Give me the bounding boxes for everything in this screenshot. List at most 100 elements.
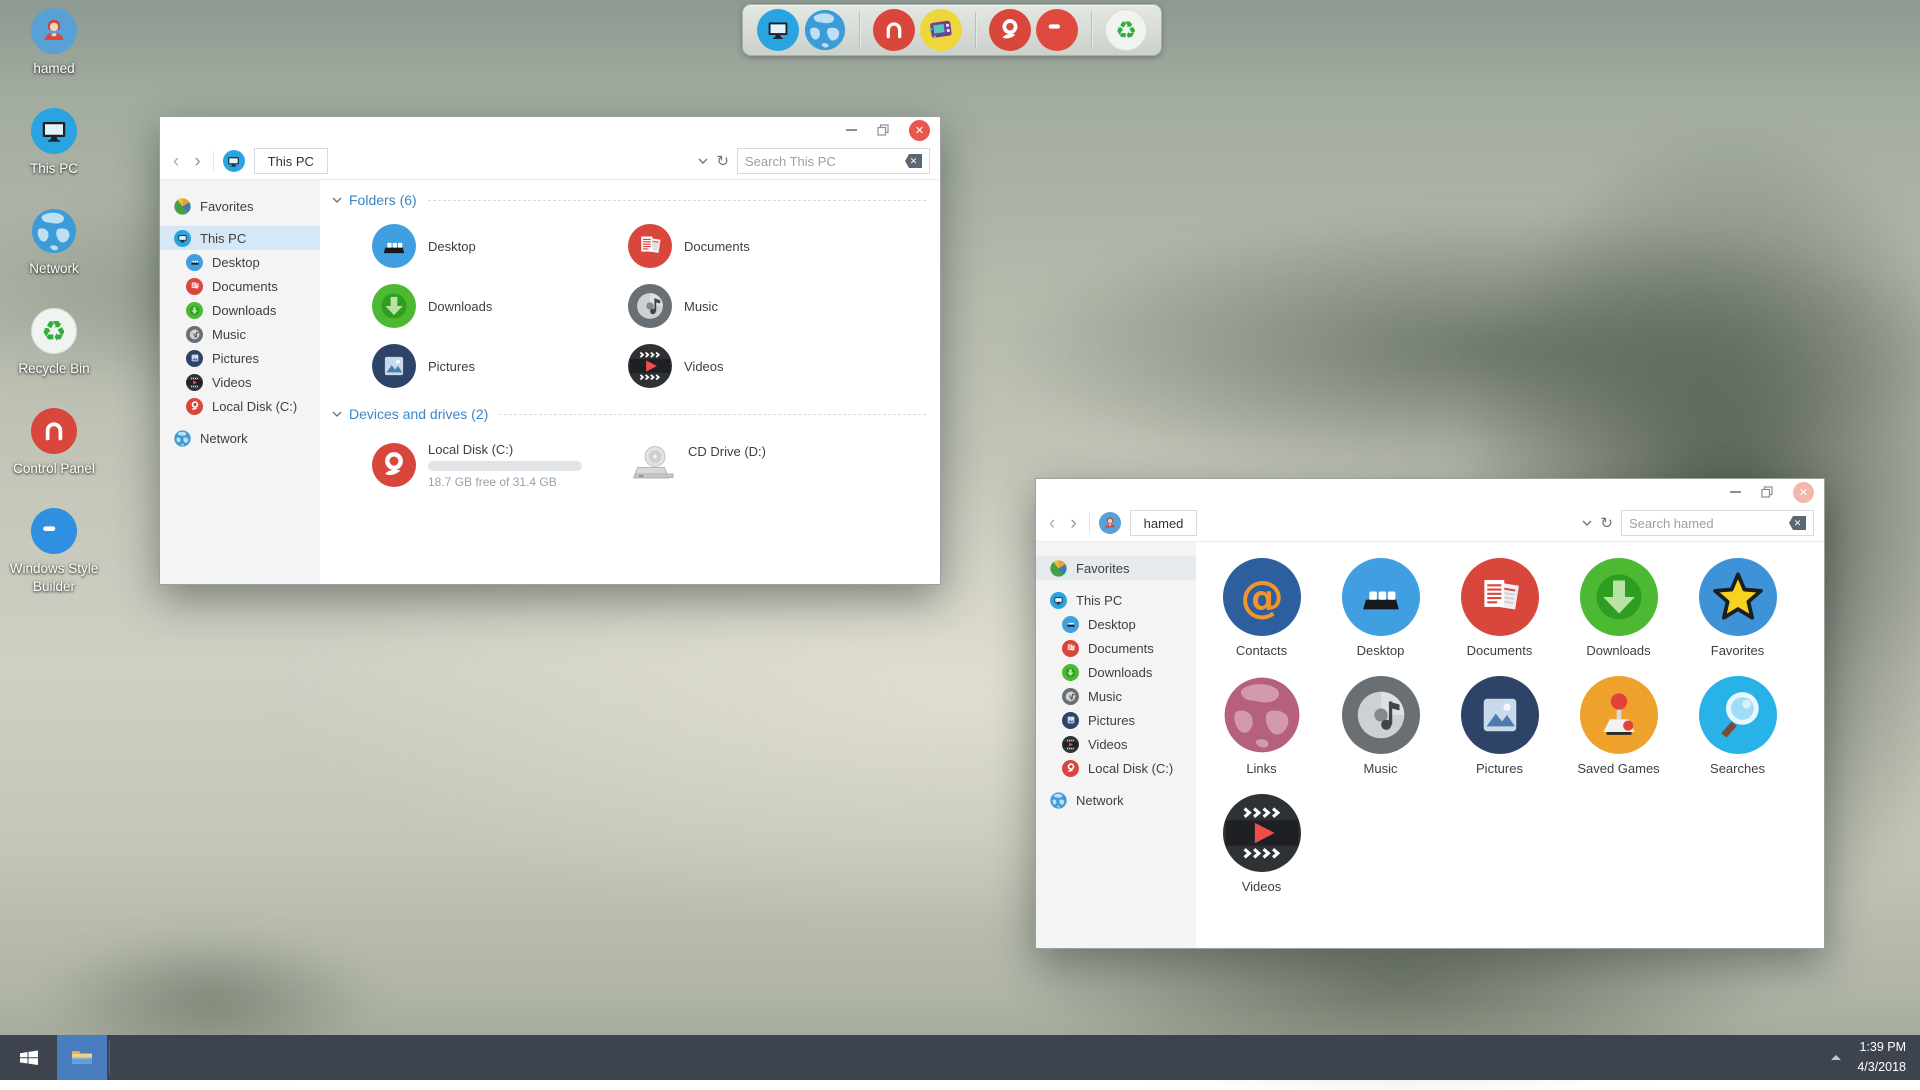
sidebar-item-this-pc[interactable]: This PC [160,226,320,250]
clear-search-icon[interactable]: ✕ [1789,516,1806,530]
item-label: Links [1246,761,1276,776]
sidebar-item-desktop[interactable]: Desktop [1036,612,1196,636]
address-bar[interactable]: hamed [1130,510,1198,536]
desktop-icon-network[interactable]: Network [2,208,106,308]
sidebar-label: Music [212,327,246,342]
sidebar-item-favorites[interactable]: Favorites [1036,556,1196,580]
folder-label: Pictures [428,359,475,374]
minimize-button[interactable] [846,129,857,131]
drive-tile-cd[interactable]: CD Drive (D:) [588,432,844,498]
sidebar-item-this-pc[interactable]: This PC [1036,588,1196,612]
recycle-bin-icon[interactable] [1105,9,1147,51]
sidebar-label: Desktop [212,255,260,270]
taskbar-clock[interactable]: 1:39 PM 4/3/2018 [1857,1038,1906,1077]
show-hidden-icons-chevron[interactable] [1831,1055,1841,1060]
drive-tile-local-disk[interactable]: Local Disk (C:) 18.7 GB free of 31.4 GB [332,432,588,498]
games-gamepad-icon[interactable] [920,9,962,51]
item-tile-documents[interactable]: Documents [1440,558,1559,676]
item-tile-downloads[interactable]: Downloads [1559,558,1678,676]
item-tile-links[interactable]: Links [1202,676,1321,794]
sidebar-item-music[interactable]: Music [1036,684,1196,708]
start-button[interactable] [0,1035,57,1080]
this-pc-icon[interactable] [757,9,799,51]
forward-button[interactable]: › [1067,514,1079,533]
item-tile-favorites[interactable]: Favorites [1678,558,1797,676]
documents-icon [1062,640,1079,657]
sidebar-item-network[interactable]: Network [1036,788,1196,812]
sidebar-label: Pictures [1088,713,1135,728]
refresh-icon[interactable]: ↻ [1600,514,1613,532]
taskbar-file-explorer-button[interactable] [57,1035,107,1080]
disk-usage-text: 18.7 GB free of 31.4 GB [428,475,582,489]
sidebar-label: Local Disk (C:) [212,399,297,414]
minimize-button[interactable] [1730,491,1741,493]
section-header-devices[interactable]: Devices and drives (2) [332,404,926,424]
search-input[interactable]: Search This PC ✕ [737,148,930,174]
folder-label: Music [684,299,718,314]
item-tile-pictures[interactable]: Pictures [1440,676,1559,794]
sidebar-item-pictures[interactable]: Pictures [1036,708,1196,732]
pictures-icon [186,350,203,367]
local-disk-icon[interactable] [989,9,1031,51]
sidebar-item-documents[interactable]: Documents [1036,636,1196,660]
sidebar-item-local-disk[interactable]: Local Disk (C:) [160,394,320,418]
back-button[interactable]: ‹ [170,152,182,171]
desktop-icon-hamed[interactable]: hamed [2,8,106,108]
downloads-icon [1062,664,1079,681]
desktop-icon-control-panel[interactable]: Control Panel [2,408,106,508]
sidebar-item-downloads[interactable]: Downloads [160,298,320,322]
section-header-folders[interactable]: Folders (6) [332,190,926,210]
music-icon [628,284,672,328]
folder-tile-documents[interactable]: Documents [588,216,844,276]
style-builder-icon [31,508,77,554]
item-tile-desktop[interactable]: Desktop [1321,558,1440,676]
sidebar-item-desktop[interactable]: Desktop [160,250,320,274]
item-tile-contacts[interactable]: Contacts [1202,558,1321,676]
clear-search-icon[interactable]: ✕ [905,154,922,168]
sidebar-label: Videos [212,375,252,390]
eject-disk-icon[interactable] [1036,9,1078,51]
close-button[interactable]: ✕ [909,120,930,141]
address-bar[interactable]: This PC [254,148,328,174]
restore-button[interactable] [1761,486,1773,498]
network-globe-icon[interactable] [804,9,846,51]
section-title: Folders (6) [349,192,417,208]
back-button[interactable]: ‹ [1046,514,1058,533]
item-tile-music[interactable]: Music [1321,676,1440,794]
forward-button[interactable]: › [191,152,203,171]
item-tile-saved-games[interactable]: Saved Games [1559,676,1678,794]
address-dropdown-icon[interactable] [1582,520,1592,526]
folder-tile-downloads[interactable]: Downloads [332,276,588,336]
toolbar-separator [1089,513,1090,533]
sidebar-item-videos[interactable]: Videos [1036,732,1196,756]
sidebar-item-local-disk[interactable]: Local Disk (C:) [1036,756,1196,780]
close-button[interactable]: ✕ [1793,482,1814,503]
folder-tile-desktop[interactable]: Desktop [332,216,588,276]
sidebar-item-pictures[interactable]: Pictures [160,346,320,370]
local-disk-icon [372,443,416,487]
folder-tile-pictures[interactable]: Pictures [332,336,588,396]
sidebar-item-music[interactable]: Music [160,322,320,346]
desktop-icon-recycle-bin[interactable]: Recycle Bin [2,308,106,408]
address-dropdown-icon[interactable] [698,158,708,164]
folder-tile-music[interactable]: Music [588,276,844,336]
search-input[interactable]: Search hamed ✕ [1621,510,1814,536]
sidebar-item-network[interactable]: Network [160,426,320,450]
sidebar-item-favorites[interactable]: Favorites [160,194,320,218]
dock-separator [975,12,976,48]
sidebar-label: Favorites [1076,561,1129,576]
folder-tile-videos[interactable]: Videos [588,336,844,396]
item-label: Downloads [1586,643,1650,658]
user-icon [31,8,77,54]
control-panel-icon[interactable] [873,9,915,51]
item-tile-videos[interactable]: Videos [1202,794,1321,912]
sidebar-item-videos[interactable]: Videos [160,370,320,394]
sidebar-item-documents[interactable]: Documents [160,274,320,298]
folder-content: Folders (6) Desktop Documents Downloads [320,180,940,584]
refresh-icon[interactable]: ↻ [716,152,729,170]
desktop-icon-this-pc[interactable]: This PC [2,108,106,208]
item-tile-searches[interactable]: Searches [1678,676,1797,794]
restore-button[interactable] [877,124,889,136]
desktop-icon-windows-style-builder[interactable]: Windows Style Builder [2,508,106,608]
sidebar-item-downloads[interactable]: Downloads [1036,660,1196,684]
